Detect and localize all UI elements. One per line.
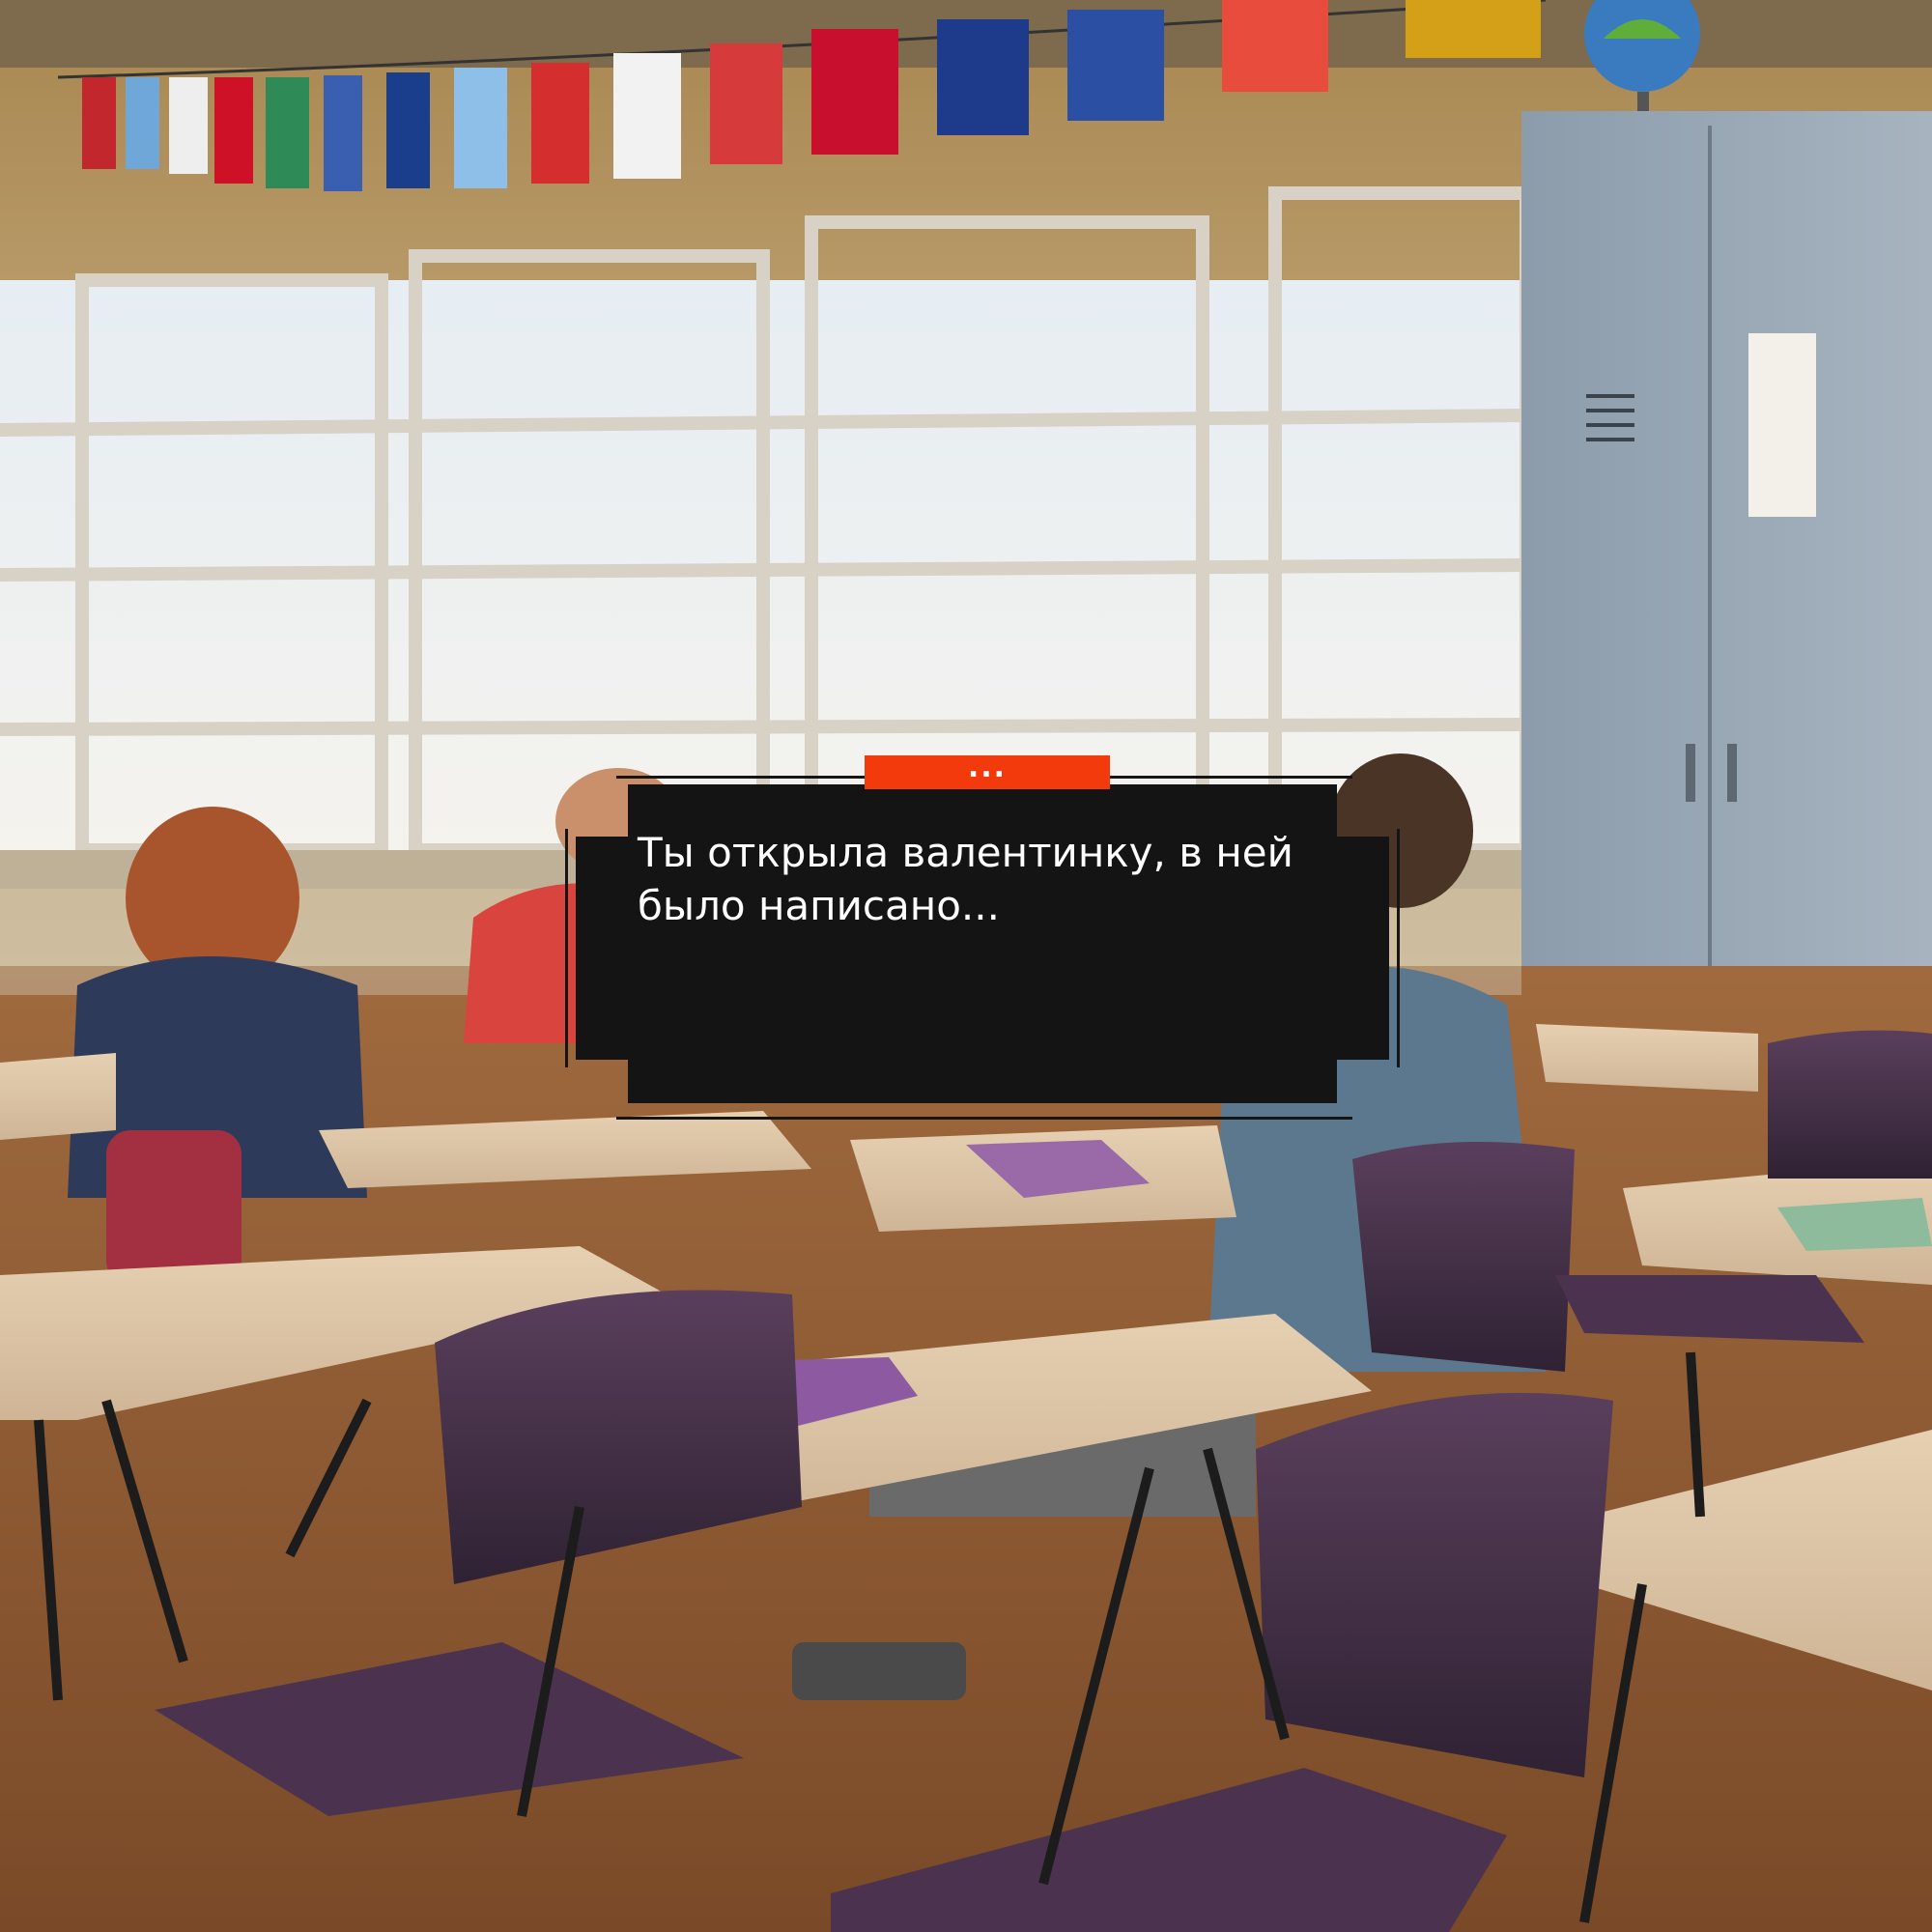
- speaker-name-tag: ...: [865, 753, 1110, 789]
- dialog-text: Ты открыла валентинку, в ней было написа…: [638, 829, 1293, 929]
